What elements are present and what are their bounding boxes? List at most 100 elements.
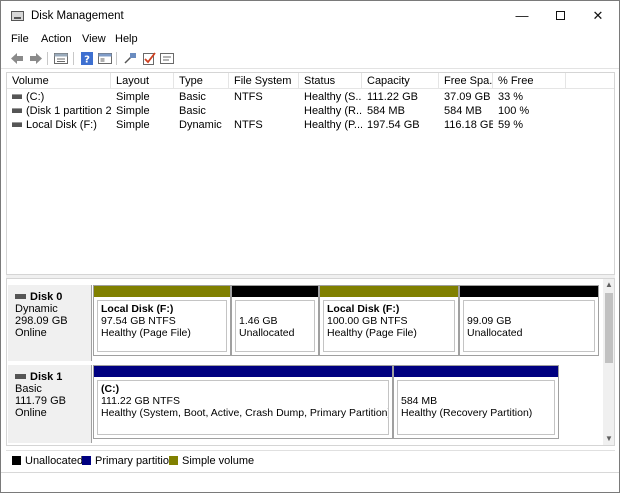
- partition-status: Healthy (Page File): [101, 327, 191, 339]
- menu-file[interactable]: File: [11, 33, 29, 45]
- column-header-capacity[interactable]: Capacity: [362, 73, 439, 89]
- unallocated-bar: [460, 286, 598, 297]
- column-header-volume[interactable]: Volume: [7, 73, 111, 89]
- disk-0-partition-2[interactable]: 1.46 GB Unallocated: [231, 285, 319, 356]
- column-header-percent-free[interactable]: % Free: [493, 73, 566, 89]
- volume-cell-status: Healthy (R...: [304, 105, 362, 117]
- toolbar-separator: [73, 52, 74, 65]
- volume-cell-capacity: 584 MB: [367, 105, 405, 117]
- partition-details: Local Disk (F:) 97.54 GB NTFS Healthy (P…: [97, 300, 227, 352]
- primary-partition-bar: [394, 366, 558, 377]
- legend-label: Primary partition: [95, 455, 176, 467]
- close-button[interactable]: ✕: [579, 1, 617, 31]
- volume-cell-file-system: [229, 104, 299, 118]
- volume-name: (Disk 1 partition 2): [26, 105, 111, 117]
- graph-vertical-scrollbar[interactable]: ▲ ▼: [603, 279, 614, 445]
- legend-label: Simple volume: [182, 455, 255, 467]
- disk-graphical-view: Disk 0 Dynamic 298.09 GB Online Local Di…: [6, 278, 615, 446]
- forward-arrow-icon[interactable]: [28, 51, 44, 66]
- partition-name: (C:): [101, 383, 120, 395]
- volume-list-header: Volume Layout Type File System Status Ca…: [7, 73, 614, 89]
- volume-cell-layout: Simple: [116, 105, 150, 117]
- volume-cell-percent-free: 59 %: [498, 119, 524, 131]
- column-header-free-space[interactable]: Free Spa...: [439, 73, 493, 89]
- volume-cell-type: Basic: [179, 105, 206, 117]
- column-header-type[interactable]: Type: [174, 73, 229, 89]
- back-arrow-icon[interactable]: [9, 51, 25, 66]
- primary-partition-bar: [94, 366, 392, 377]
- disk-icon: [15, 373, 26, 379]
- partition-status: Healthy (System, Boot, Active, Crash Dum…: [101, 407, 389, 419]
- volume-cell-percent-free: 100 %: [498, 105, 530, 117]
- unallocated-bar: [232, 286, 318, 297]
- scroll-down-arrow-icon[interactable]: ▼: [603, 433, 614, 445]
- partition-size: 1.46 GB: [239, 315, 278, 327]
- partition-size: 99.09 GB: [467, 315, 512, 327]
- partition-status: Healthy (Page File): [327, 327, 417, 339]
- volume-icon: [12, 121, 22, 127]
- disk-name: Disk 1: [30, 371, 63, 383]
- volume-row[interactable]: (Disk 1 partition 2) Simple Basic Health…: [7, 104, 614, 118]
- help-icon[interactable]: ?: [79, 51, 95, 66]
- partition-details: (C:) 111.22 GB NTFS Healthy (System, Boo…: [97, 380, 389, 435]
- partition-status: Unallocated: [239, 327, 295, 339]
- volume-name: Local Disk (F:): [26, 119, 97, 131]
- partition-details: 584 MB Healthy (Recovery Partition): [397, 380, 555, 435]
- volume-cell-file-system: NTFS: [234, 91, 263, 103]
- volume-cell-status: Healthy (S...: [304, 91, 362, 103]
- unallocated-swatch: [12, 455, 21, 465]
- menu-help[interactable]: Help: [115, 33, 138, 45]
- toolbar-separator: [47, 52, 48, 65]
- view-icon[interactable]: [97, 51, 113, 66]
- list-view-icon[interactable]: [53, 51, 69, 66]
- partition-details: 99.09 GB Unallocated: [463, 300, 595, 352]
- simple-volume-bar: [94, 286, 230, 297]
- menu-view[interactable]: View: [82, 33, 106, 45]
- simple-volume-bar: [320, 286, 458, 297]
- volume-row[interactable]: (C:) Simple Basic NTFS Healthy (S... 111…: [7, 90, 614, 104]
- volume-cell-free-space: 37.09 GB: [444, 91, 491, 103]
- maximize-icon: [555, 11, 565, 21]
- connect-icon[interactable]: [122, 51, 138, 66]
- column-header-layout[interactable]: Layout: [111, 73, 174, 89]
- disk-1-label[interactable]: Disk 1 Basic 111.79 GB Online: [8, 365, 92, 443]
- disk-size: 111.79 GB: [15, 395, 66, 407]
- disk-1-partition-2[interactable]: 584 MB Healthy (Recovery Partition): [393, 365, 559, 439]
- disk-0-label[interactable]: Disk 0 Dynamic 298.09 GB Online: [8, 285, 92, 361]
- minimize-button[interactable]: —: [503, 1, 541, 31]
- disk-1-partition-1[interactable]: (C:) 111.22 GB NTFS Healthy (System, Boo…: [93, 365, 393, 439]
- status-bar: [1, 472, 619, 492]
- volume-icon: [12, 93, 22, 99]
- disk-state: Online: [15, 327, 47, 339]
- disk-size: 298.09 GB: [15, 315, 68, 327]
- volume-cell-file-system: NTFS: [234, 119, 263, 131]
- volume-row[interactable]: Local Disk (F:) Simple Dynamic NTFS Heal…: [7, 118, 614, 132]
- properties-icon[interactable]: [159, 51, 175, 66]
- volume-name: (C:): [26, 91, 45, 103]
- simple-volume-swatch: [169, 455, 178, 465]
- title-bar: Disk Management — ✕: [1, 1, 619, 31]
- menu-action[interactable]: Action: [41, 33, 72, 45]
- check-icon[interactable]: [141, 51, 157, 66]
- scrollbar-thumb[interactable]: [605, 293, 613, 363]
- column-header-status[interactable]: Status: [299, 73, 362, 89]
- disk-icon: [15, 293, 26, 299]
- scroll-up-arrow-icon[interactable]: ▲: [603, 279, 614, 291]
- toolbar: ?: [1, 49, 619, 69]
- legend-label: Unallocated: [25, 455, 84, 467]
- disk-state: Online: [15, 407, 47, 419]
- disk-0-partition-4[interactable]: 99.09 GB Unallocated: [459, 285, 599, 356]
- disk-type: Dynamic: [15, 303, 58, 315]
- maximize-button[interactable]: [541, 1, 579, 31]
- disk-management-window: Disk Management — ✕ File Action View Hel…: [0, 0, 620, 493]
- partition-size: 100.00 GB NTFS: [327, 315, 408, 327]
- volume-cell-capacity: 197.54 GB: [367, 119, 420, 131]
- partition-details: Local Disk (F:) 100.00 GB NTFS Healthy (…: [323, 300, 455, 352]
- partition-size: 97.54 GB NTFS: [101, 315, 176, 327]
- disk-0-partition-1[interactable]: Local Disk (F:) 97.54 GB NTFS Healthy (P…: [93, 285, 231, 356]
- svg-text:?: ?: [84, 55, 90, 66]
- volume-cell-name: Local Disk (F:): [7, 118, 111, 132]
- partition-name: Local Disk (F:): [101, 303, 174, 315]
- disk-0-partition-3[interactable]: Local Disk (F:) 100.00 GB NTFS Healthy (…: [319, 285, 459, 356]
- column-header-file-system[interactable]: File System: [229, 73, 299, 89]
